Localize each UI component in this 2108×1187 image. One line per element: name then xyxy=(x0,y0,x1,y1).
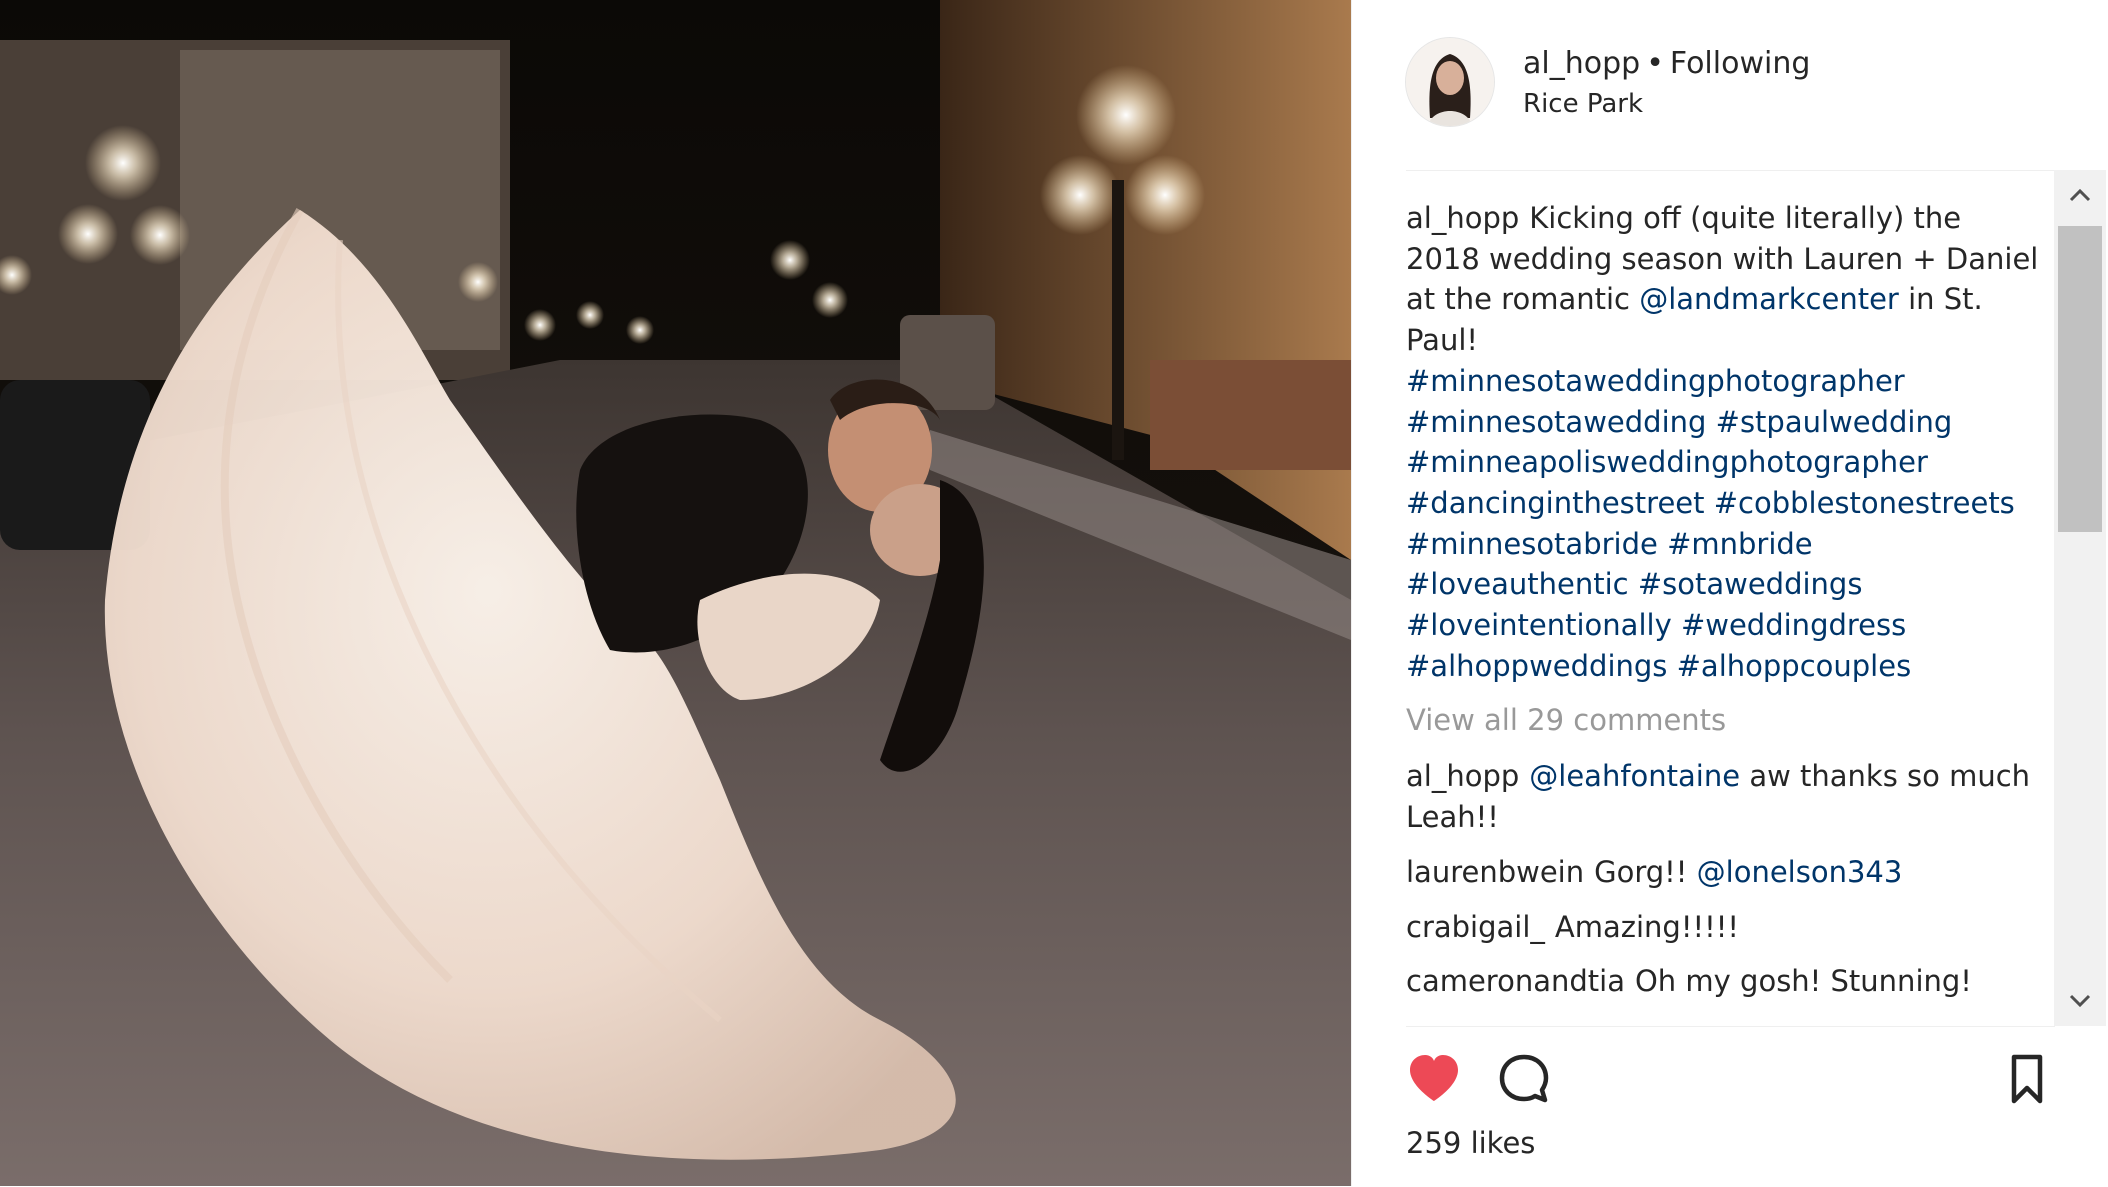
comment-text: Amazing!!!!! xyxy=(1554,909,1739,944)
view-all-comments-link[interactable]: View all 29 comments xyxy=(1406,700,2042,740)
hashtag[interactable]: #minnesotabride xyxy=(1406,527,1658,561)
hashtag[interactable]: #loveintentionally xyxy=(1406,608,1672,642)
comment: al_hopp @leahfontaine aw thanks so much L… xyxy=(1406,756,2042,837)
caption-mention[interactable]: @landmarkcenter xyxy=(1639,282,1899,316)
hashtag[interactable]: #weddingdress xyxy=(1681,608,1906,642)
comment-mention[interactable]: @leahfontaine xyxy=(1529,759,1740,793)
chevron-up-icon xyxy=(2069,188,2091,202)
caption-username[interactable]: al_hopp xyxy=(1406,201,1519,235)
comment-icon xyxy=(1499,1054,1549,1103)
comment-mention[interactable]: @lonelson343 xyxy=(1697,855,1903,889)
comments-list: al_hopp Kicking off (quite literally) the… xyxy=(1406,170,2042,1026)
separator-dot: • xyxy=(1646,46,1664,81)
scroll-down-button[interactable] xyxy=(2054,974,2106,1026)
likes-count[interactable]: 259 likes xyxy=(1406,1123,1535,1163)
hashtag[interactable]: #sotaweddings xyxy=(1638,567,1863,601)
comment: laurenbwein Gorg!! @lonelson343 xyxy=(1406,852,2042,893)
comment-username[interactable]: laurenbwein xyxy=(1406,855,1584,889)
comment-button[interactable] xyxy=(1496,1051,1552,1107)
hashtag[interactable]: #minnesotaweddingphotographer xyxy=(1406,364,1905,398)
wedding-dip-kiss-photo xyxy=(0,0,1351,1186)
username-line: al_hopp • Following xyxy=(1523,44,1810,84)
hashtag[interactable]: #dancinginthestreet xyxy=(1406,486,1705,520)
comment: crabigail_ Amazing!!!!! xyxy=(1406,907,2042,948)
comment-text: Oh my gosh! Stunning! xyxy=(1634,964,1972,999)
header-text: al_hopp • Following Rice Park xyxy=(1523,44,1810,122)
post-header: al_hopp • Following Rice Park xyxy=(1406,38,2055,171)
post-username[interactable]: al_hopp xyxy=(1523,46,1640,81)
hashtag[interactable]: #alhoppweddings xyxy=(1406,649,1667,683)
caption-hashtags: #minnesotaweddingphotographer #minnesota… xyxy=(1406,364,2015,683)
hashtag[interactable]: #cobblestonestreets xyxy=(1714,486,2015,520)
instagram-post-view: al_hopp • Following Rice Park al_hopp Kicki… xyxy=(0,0,2108,1186)
comments-scrollbar[interactable] xyxy=(2054,170,2106,1026)
hashtag[interactable]: #stpaulwedding xyxy=(1716,405,1953,439)
following-button[interactable]: Following xyxy=(1670,46,1811,81)
save-button[interactable] xyxy=(1999,1051,2055,1107)
post-actions xyxy=(1406,1051,2055,1107)
chevron-down-icon xyxy=(2069,994,2091,1008)
hashtag[interactable]: #minneapolisweddingphotographer xyxy=(1406,445,1928,479)
like-button[interactable] xyxy=(1406,1051,1462,1107)
post-footer: 259 likes xyxy=(1406,1026,2055,1187)
hashtag[interactable]: #loveauthentic xyxy=(1406,567,1629,601)
comment-username[interactable]: cameronandtia xyxy=(1406,964,1625,998)
comment-text: Gorg!! xyxy=(1594,854,1688,889)
post-photo[interactable] xyxy=(0,0,1351,1186)
caption: al_hopp Kicking off (quite literally) the… xyxy=(1406,198,2042,686)
scroll-up-button[interactable] xyxy=(2054,170,2106,222)
post-side-panel: al_hopp • Following Rice Park al_hopp Kicki… xyxy=(1351,0,2108,1186)
scrollbar-thumb[interactable] xyxy=(2058,226,2102,532)
heart-icon xyxy=(1410,1055,1458,1101)
comment: cameronandtia Oh my gosh! Stunning! xyxy=(1406,961,2042,1002)
hashtag[interactable]: #minnesotawedding xyxy=(1406,405,1706,439)
profile-picture xyxy=(1406,38,1494,126)
bookmark-icon xyxy=(2011,1054,2043,1104)
hashtag[interactable]: #mnbride xyxy=(1667,527,1813,561)
avatar[interactable] xyxy=(1406,38,1494,126)
comment-username[interactable]: crabigail_ xyxy=(1406,910,1545,944)
post-location[interactable]: Rice Park xyxy=(1523,86,1810,122)
comment-username[interactable]: al_hopp xyxy=(1406,759,1519,793)
hashtag[interactable]: #alhoppcouples xyxy=(1677,649,1912,683)
